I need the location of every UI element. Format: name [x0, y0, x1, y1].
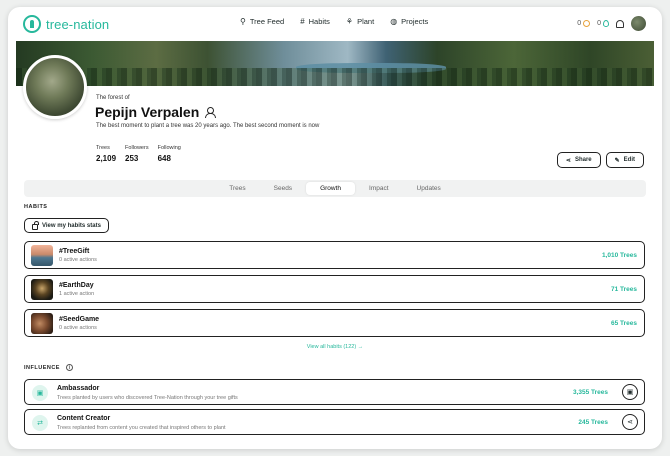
stat-followers[interactable]: Followers 253 [125, 145, 149, 163]
share-label: Share [574, 157, 592, 163]
share-button[interactable]: ⋖ Share [556, 152, 601, 168]
influence-trees: 3,355 Trees [572, 389, 608, 396]
habit-trees: 65 Trees [610, 320, 637, 327]
view-habits-stats-button[interactable]: View my habits stats [24, 218, 109, 233]
nav-plant[interactable]: ⚘ Plant [346, 17, 374, 26]
globe-icon: ◍ [390, 17, 398, 26]
habit-trees: 71 Trees [610, 286, 637, 293]
view-all-habits-link[interactable]: View all habits (122) → [8, 344, 662, 350]
bell-icon[interactable] [616, 19, 624, 28]
tab-trees[interactable]: Trees [215, 182, 259, 195]
edit-button[interactable]: ✎ Edit [605, 152, 644, 168]
nav-tree-feed-label: Tree Feed [249, 17, 285, 26]
nav-tree-feed[interactable]: ⚲ Tree Feed [240, 17, 284, 26]
user-avatar[interactable] [631, 16, 646, 31]
influence-heading: INFLUENCE [24, 364, 60, 371]
coin-count: 0 [577, 20, 582, 27]
app-window: tree-nation ⚲ Tree Feed # Habits ⚘ Plant… [8, 7, 662, 449]
stat-following-label: Following [157, 145, 181, 151]
brand-name: tree-nation [46, 16, 110, 32]
coin-balance[interactable]: 0 [577, 20, 591, 27]
tree-feed-icon: ⚲ [240, 17, 246, 26]
hashtag-icon: # [300, 17, 305, 26]
view-habits-stats-label: View my habits stats [42, 222, 101, 229]
top-navbar: tree-nation ⚲ Tree Feed # Habits ⚘ Plant… [8, 7, 662, 41]
nav-projects-label: Projects [401, 17, 429, 26]
nav-projects[interactable]: ◍ Projects [390, 17, 428, 26]
plant-icon: ⚘ [345, 17, 354, 26]
influence-subtitle: Trees replanted from content you created… [57, 425, 226, 431]
gift-button-icon[interactable]: ▣ [622, 384, 638, 400]
habit-row[interactable]: #TreeGift 0 active actions 1,010 Trees [24, 241, 645, 269]
edit-label: Edit [623, 157, 635, 163]
stat-trees[interactable]: Trees 2,109 [96, 145, 116, 163]
info-icon[interactable]: i [66, 364, 74, 371]
habits-heading: HABITS [24, 204, 48, 210]
share-round-icon[interactable]: ⋖ [622, 414, 638, 430]
stat-trees-value: 2,109 [96, 154, 117, 163]
habit-subtitle: 0 active actions [59, 257, 97, 263]
pencil-icon: ✎ [614, 157, 620, 164]
profile-name-row: Pepijn Verpalen [95, 104, 217, 120]
repeat-icon: ⇄ [32, 415, 48, 431]
influence-heading-row: INFLUENCE i [24, 364, 74, 371]
habit-subtitle: 0 active actions [59, 325, 97, 331]
habit-title: #TreeGift [59, 248, 90, 255]
drop-count: 0 [597, 20, 601, 27]
profile-tagline: The best moment to plant a tree was 20 y… [96, 123, 320, 129]
lock-icon [32, 220, 39, 230]
habit-thumbnail [31, 279, 53, 300]
share-icon: ⋖ [565, 157, 571, 164]
habit-title: #SeedGame [59, 316, 100, 323]
forest-of-label: The forest of [96, 95, 130, 101]
stat-following-value: 648 [157, 154, 171, 163]
profile-avatar [23, 55, 87, 119]
brand-logo[interactable]: tree-nation [23, 15, 109, 33]
profile-actions: ⋖ Share ✎ Edit [556, 152, 644, 168]
profile-tabs: Trees Seeds Growth Impact Updates [24, 180, 646, 197]
influence-title: Content Creator [57, 415, 111, 422]
main-nav: ⚲ Tree Feed # Habits ⚘ Plant ◍ Projects [240, 17, 428, 26]
person-icon [205, 107, 217, 118]
profile-stats: Trees 2,109 Followers 253 Following 648 [96, 145, 181, 163]
habit-thumbnail [31, 313, 53, 334]
nav-habits-label: Habits [308, 17, 330, 26]
habit-row[interactable]: #EarthDay 1 active action 71 Trees [24, 275, 645, 303]
tab-seeds[interactable]: Seeds [260, 182, 306, 195]
user-controls: 0 0 [577, 16, 646, 31]
influence-trees: 245 Trees [578, 419, 608, 426]
influence-subtitle: Trees planted by users who discovered Tr… [57, 395, 238, 401]
tab-updates[interactable]: Updates [403, 182, 455, 195]
drop-balance[interactable]: 0 [597, 20, 609, 27]
banner-lake [296, 63, 446, 73]
drop-icon [603, 20, 609, 27]
stat-followers-value: 253 [125, 154, 139, 163]
stat-followers-label: Followers [125, 145, 149, 151]
nav-habits[interactable]: # Habits [300, 17, 330, 26]
habit-thumbnail [31, 245, 53, 266]
forest-banner [16, 41, 654, 86]
tab-impact[interactable]: Impact [355, 182, 403, 195]
coin-icon [583, 20, 591, 27]
habit-subtitle: 1 active action [59, 291, 95, 297]
profile-name: Pepijn Verpalen [95, 104, 200, 120]
tab-growth[interactable]: Growth [306, 182, 356, 195]
influence-row-content-creator[interactable]: ⇄ Content Creator Trees replanted from c… [24, 409, 645, 435]
gift-icon: ▣ [32, 385, 48, 401]
stat-trees-label: Trees [96, 145, 110, 151]
nav-plant-label: Plant [357, 17, 375, 26]
influence-title: Ambassador [57, 385, 100, 392]
stat-following[interactable]: Following 648 [158, 145, 181, 163]
habit-title: #EarthDay [59, 282, 94, 289]
habit-trees: 1,010 Trees [601, 252, 637, 259]
influence-row-ambassador[interactable]: ▣ Ambassador Trees planted by users who … [24, 379, 645, 405]
habit-row[interactable]: #SeedGame 0 active actions 65 Trees [24, 309, 645, 337]
tree-logo-icon [23, 15, 41, 33]
